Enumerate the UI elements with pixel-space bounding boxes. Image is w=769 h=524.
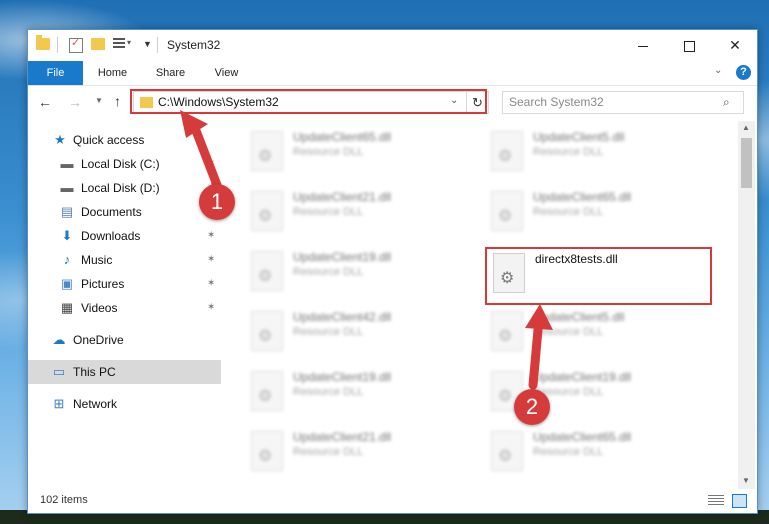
callout-badge-1: 1 <box>199 184 235 220</box>
arrow-to-address-bar <box>180 110 222 190</box>
arrow-to-file <box>525 304 553 390</box>
callout-badge-2: 2 <box>514 389 550 425</box>
annotation-arrows <box>180 110 553 390</box>
